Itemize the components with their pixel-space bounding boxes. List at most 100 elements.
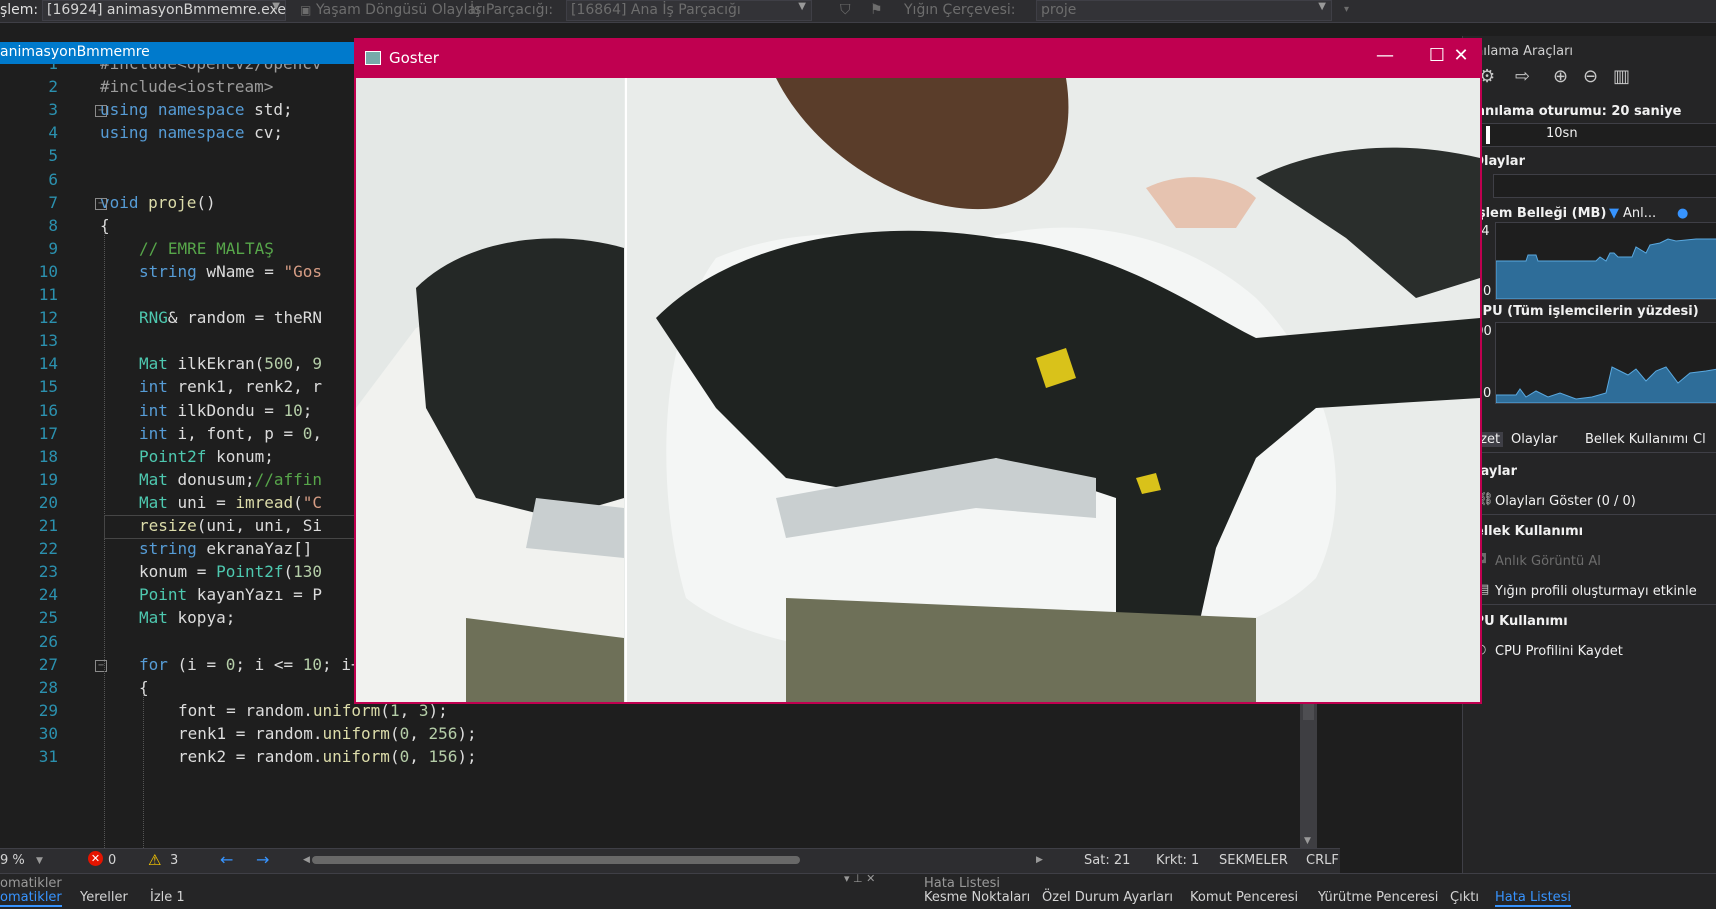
- collapse-icon[interactable]: −: [95, 659, 107, 672]
- code-line[interactable]: Point kayanYazı = P: [139, 585, 322, 604]
- code-line[interactable]: Point2f konum;: [139, 447, 274, 466]
- bottom-left-tab[interactable]: İzle 1: [150, 890, 185, 905]
- back-arrow-icon[interactable]: ←: [220, 850, 233, 869]
- zoom-out-icon[interactable]: ⊖: [1583, 66, 1598, 87]
- line-number: 23: [38, 562, 58, 582]
- horizontal-scrollbar-thumb[interactable]: [312, 856, 800, 864]
- export-icon[interactable]: ⇨: [1515, 66, 1530, 87]
- error-icon[interactable]: ✕: [88, 851, 103, 866]
- document-tab[interactable]: animasyonBmmemre: [0, 42, 360, 64]
- line-number: 8: [48, 215, 58, 235]
- code-line[interactable]: using namespace cv;: [100, 123, 283, 142]
- line-number: 20: [38, 492, 58, 512]
- code-line[interactable]: Mat ilkEkran(500, 9: [139, 354, 322, 373]
- bottom-right-tab[interactable]: Komut Penceresi: [1190, 890, 1298, 905]
- line-number: 22: [38, 539, 58, 559]
- bottom-right-tab[interactable]: Çıktı: [1450, 890, 1479, 905]
- code-line[interactable]: renk2 = random.uniform(0, 156);: [178, 747, 477, 766]
- line-number: 1: [0, 64, 58, 73]
- zoom-level[interactable]: 9 %: [0, 853, 25, 868]
- heap-profiling-toggle[interactable]: Yığın profili oluşturmayı etkinle: [1495, 584, 1697, 599]
- goster-window[interactable]: Goster — ☐ ✕: [354, 38, 1482, 704]
- code-line[interactable]: string ekranaYaz[]: [139, 539, 312, 558]
- warning-icon[interactable]: ⚠: [148, 851, 161, 869]
- code-line[interactable]: void proje(): [100, 193, 216, 212]
- code-line[interactable]: Mat kopya;: [139, 608, 235, 627]
- timeline-ruler[interactable]: 10sn: [1475, 123, 1716, 147]
- right-panel-title: Hata Listesi: [924, 876, 1001, 891]
- collapse-icon[interactable]: −: [95, 197, 107, 210]
- thread-value: [16864] Ana İş Parçacığı: [571, 2, 741, 18]
- indent-guide: [104, 232, 105, 848]
- code-line[interactable]: #include<opencv2/opencv: [100, 64, 322, 73]
- code-line[interactable]: konum = Point2f(130: [139, 562, 322, 581]
- bottom-right-tab[interactable]: Yürütme Penceresi: [1318, 890, 1438, 905]
- code-line[interactable]: int ilkDondu = 10;: [139, 401, 312, 420]
- code-line[interactable]: // EMRE MALTAŞ: [139, 239, 274, 258]
- forward-arrow-icon[interactable]: →: [256, 850, 269, 869]
- code-line[interactable]: #include<iostream>: [100, 77, 273, 96]
- code-line[interactable]: for (i = 0; i <= 10; i++): [139, 655, 380, 674]
- minimize-icon[interactable]: —: [1365, 45, 1405, 66]
- chart-icon[interactable]: ▥: [1613, 66, 1630, 87]
- session-label: Tanılama oturumu: 20 saniye: [1469, 104, 1682, 119]
- bottom-right-tab[interactable]: Hata Listesi: [1495, 890, 1572, 907]
- scroll-down-icon[interactable]: ▼: [1304, 836, 1311, 846]
- bottom-right-tab[interactable]: Özel Durum Ayarları: [1042, 890, 1173, 905]
- left-panel-title: omatikler: [0, 876, 62, 891]
- events-track[interactable]: [1493, 174, 1716, 198]
- person-with-exoskeleton-photo: [356, 78, 1480, 702]
- code-line[interactable]: int renk1, renk2, r: [139, 377, 322, 396]
- diag-tab[interactable]: Cl: [1693, 432, 1706, 447]
- line-number: 7: [48, 192, 58, 212]
- line-number: 25: [38, 608, 58, 628]
- pin-icon[interactable]: ▾ ⊥ ✕: [844, 872, 875, 885]
- cursor-column: Krkt: 1: [1156, 853, 1200, 868]
- cpu-graph[interactable]: [1495, 322, 1716, 404]
- window-title-bar[interactable]: Goster — ☐ ✕: [355, 39, 1481, 77]
- bottom-left-tab[interactable]: omatikler: [0, 890, 62, 907]
- show-events-link[interactable]: Olayları Göster (0 / 0): [1495, 494, 1636, 509]
- close-icon[interactable]: ✕: [1431, 45, 1491, 66]
- code-line[interactable]: RNG& random = theRN: [139, 308, 322, 327]
- cursor-line: Sat: 21: [1084, 853, 1131, 868]
- line-number: 18: [38, 446, 58, 466]
- debug-toolbar: şlem: [16924] animasyonBmmemre.exe ▼ ▣ Ya…: [0, 0, 1716, 23]
- line-number: 31: [38, 747, 58, 766]
- scroll-left-icon[interactable]: ◀: [303, 855, 310, 865]
- bottom-right-tab[interactable]: Kesme Noktaları: [924, 890, 1030, 905]
- line-number: 4: [48, 123, 58, 143]
- process-select[interactable]: [16924] animasyonBmmemre.exe ▼: [42, 0, 286, 21]
- code-line[interactable]: renk1 = random.uniform(0, 256);: [178, 724, 477, 743]
- bottom-left-tab[interactable]: Yereller: [80, 890, 128, 905]
- code-line[interactable]: Mat donusum;//affin: [139, 470, 322, 489]
- thread-select[interactable]: [16864] Ana İş Parçacığı ▼: [566, 0, 812, 21]
- code-line[interactable]: string wName = "Gos: [139, 262, 322, 281]
- flag-icon[interactable]: ⚑: [870, 2, 883, 18]
- lifecycle-events-button[interactable]: Yaşam Döngüsü Olayları: [316, 2, 486, 18]
- stack-frame-select[interactable]: proje ▼: [1036, 0, 1332, 21]
- time-tick: 10sn: [1546, 126, 1578, 141]
- line-ending[interactable]: CRLF: [1306, 853, 1339, 868]
- diag-tabs: Özet Olaylar Bellek Kullanımı Cl: [1463, 428, 1716, 453]
- zoom-in-icon[interactable]: ⊕: [1553, 66, 1568, 87]
- line-number: 29: [38, 700, 58, 720]
- diag-tab[interactable]: Bellek Kullanımı: [1585, 432, 1688, 447]
- indent-mode[interactable]: SEKMELER: [1219, 853, 1288, 868]
- toolbar-overflow-icon[interactable]: ▾: [1344, 4, 1349, 15]
- chevron-down-icon[interactable]: ▼: [36, 856, 43, 866]
- filter-icon[interactable]: ⛉: [840, 2, 851, 18]
- timeline-cursor[interactable]: [1486, 126, 1490, 144]
- scroll-right-icon[interactable]: ▶: [1036, 855, 1043, 865]
- take-snapshot-button[interactable]: Anlık Görüntü Al: [1495, 554, 1601, 569]
- line-number: 15: [38, 377, 58, 397]
- lifecycle-icon: ▣: [300, 3, 312, 17]
- memory-graph[interactable]: [1495, 222, 1716, 300]
- code-line[interactable]: int i, font, p = 0,: [139, 424, 322, 443]
- code-line[interactable]: Mat uni = imread("C: [139, 493, 322, 512]
- record-cpu-profile-button[interactable]: CPU Profilini Kaydet: [1495, 644, 1623, 659]
- collapse-icon[interactable]: −: [95, 105, 107, 118]
- code-line[interactable]: using namespace std;: [100, 100, 293, 119]
- line-number: 12: [38, 308, 58, 328]
- diag-tab[interactable]: Olaylar: [1511, 432, 1557, 447]
